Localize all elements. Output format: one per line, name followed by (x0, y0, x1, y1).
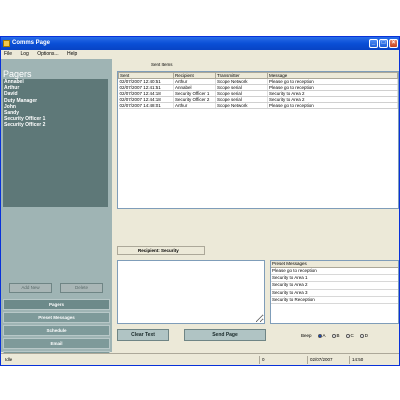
status-state: Idle (5, 357, 13, 362)
status-bar: Idle 0 02/07/2007 14:50 (1, 353, 399, 365)
sidebar-header: Pagers (3, 69, 32, 79)
app-icon (3, 40, 10, 47)
status-count: 0 (259, 356, 265, 364)
preset-item-security-to-area-3[interactable]: Security to Area 3 (271, 290, 398, 297)
beep-radio-a[interactable] (317, 333, 322, 338)
pager-item-security-officer-2[interactable]: Security Officer 2 (3, 122, 108, 128)
clear-text-button[interactable]: Clear Text (117, 329, 169, 341)
menu-bar: File Log Options... Help (1, 50, 399, 59)
preset-messages-header: Preset Messages (271, 261, 398, 268)
cell-transmitter: Scope Network (215, 102, 268, 109)
sent-items-grid: Sent Recipient Transmitter Message 02/07… (118, 72, 398, 109)
delete-button[interactable]: Delete (60, 283, 103, 293)
comms-page-window: Comms Page _ □ × File Log Options... Hel… (0, 36, 400, 366)
status-date: 02/07/2007 (307, 356, 333, 364)
recipient-tab[interactable]: Recipient: Security (117, 246, 205, 255)
beep-radio-d[interactable] (359, 333, 364, 338)
cell-sent: 02/07/2007 14:48:01 (118, 102, 174, 109)
cell-message: Please go to reception (267, 102, 398, 109)
menu-file[interactable]: File (4, 50, 12, 59)
preset-item-security-to-reception[interactable]: Security to Reception (271, 297, 398, 305)
beep-selector: Beep A B C D (301, 333, 368, 338)
minimize-button[interactable]: _ (369, 39, 378, 48)
nav-schedule[interactable]: Schedule (3, 325, 110, 336)
beep-label: Beep (301, 333, 312, 338)
sidebar: Pagers Annabel Arthur David Duty Manager… (1, 59, 112, 362)
cell-recipient: Arthur (173, 102, 216, 109)
add-new-button[interactable]: Add New (9, 283, 52, 293)
beep-option-b: B (336, 333, 340, 338)
table-row[interactable]: 02/07/2007 14:48:01 Arthur Scope Network… (118, 102, 398, 109)
pager-list[interactable]: Annabel Arthur David Duty Manager John S… (3, 79, 108, 207)
cell-recipient: Security Officer 2 (173, 96, 216, 103)
sent-items-label: Sent Items (151, 62, 173, 67)
menu-log[interactable]: Log (20, 50, 28, 59)
window-title: Comms Page (12, 40, 51, 46)
beep-radio-b[interactable] (331, 333, 336, 338)
menu-help[interactable]: Help (67, 50, 77, 59)
cell-recipient: Security Officer 1 (173, 90, 216, 97)
preset-item-security-to-area-2[interactable]: Security to Area 2 (271, 282, 398, 290)
beep-option-a: A (322, 333, 326, 338)
sent-items-table[interactable]: Sent Recipient Transmitter Message 02/07… (117, 71, 399, 209)
beep-radio-c[interactable] (345, 333, 350, 338)
title-bar[interactable]: Comms Page _ □ × (1, 37, 399, 50)
preset-item-security-to-area-1[interactable]: Security to Area 1 (271, 275, 398, 283)
beep-option-c: C (350, 333, 354, 338)
maximize-button[interactable]: □ (379, 39, 388, 48)
nav-email[interactable]: Email (3, 338, 110, 349)
close-button[interactable]: × (389, 39, 398, 48)
status-time: 14:50 (349, 356, 363, 364)
preset-item-please-go-to-reception[interactable]: Please go to reception (271, 268, 398, 276)
beep-option-d: D (364, 333, 369, 338)
nav-pagers[interactable]: Pagers (3, 299, 110, 310)
menu-options[interactable]: Options... (37, 50, 58, 59)
send-page-button[interactable]: Send Page (184, 329, 266, 341)
nav-preset-messages[interactable]: Preset Messages (3, 312, 110, 323)
preset-messages-list[interactable]: Preset Messages Please go to reception S… (270, 260, 399, 324)
message-input[interactable] (117, 260, 265, 324)
